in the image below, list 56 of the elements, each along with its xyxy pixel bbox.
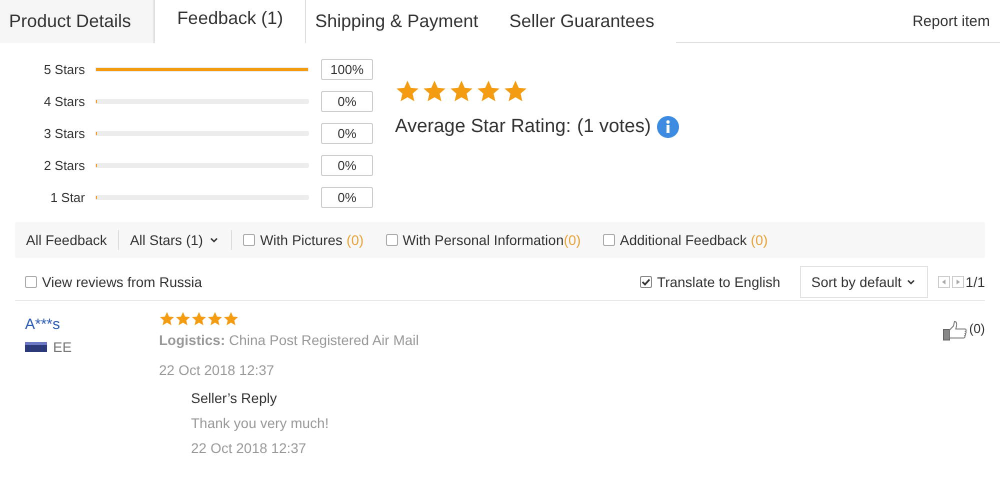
reviewer-name[interactable]: A***s [25,316,159,333]
percent-badge: 0% [321,187,373,208]
checkbox[interactable] [640,276,652,288]
previous-page-icon[interactable] [938,276,950,288]
sort-dropdown[interactable]: Sort by default [800,266,928,298]
percent-badge: 100% [321,59,373,80]
filter-count: (0) [564,232,581,248]
percent-badge: 0% [321,123,373,144]
star-icon [395,79,420,104]
star-icon [175,311,191,327]
country-code: EE [53,339,72,355]
rating-label: 3 Stars [42,126,86,141]
rating-label: 2 Stars [42,158,86,173]
checkbox[interactable] [386,234,398,246]
logistics-text: Logistics: China Post Registered Air Mail [159,332,420,348]
reply-title: Seller’s Reply [191,390,278,406]
checkbox[interactable] [602,234,615,246]
star-icon [422,79,447,104]
star-icon [476,79,501,104]
star-icon [207,311,223,327]
percent-badge: 0% [321,155,373,176]
rating-label: 1 Star [49,190,86,205]
reply-text: Thank you very much! [191,415,330,431]
checkbox-label[interactable]: With Pictures [260,232,343,248]
filter-count: (0) [346,232,364,248]
filter-link[interactable]: All Feedback [26,232,107,248]
checkbox-label[interactable]: With Personal Information [402,232,564,248]
stars-dropdown[interactable]: All Stars (1) [130,232,204,248]
reply-date: 22 Oct 2018 12:37 [191,440,308,456]
tab[interactable]: Product Details [0,0,154,43]
info-icon[interactable] [656,116,679,138]
filter-count: (0) [750,232,768,248]
star-icon [159,311,175,327]
check-icon [641,277,652,287]
checkbox[interactable] [25,276,37,288]
checkbox[interactable] [243,234,256,246]
rating-label: 4 Stars [42,94,86,109]
like-count: (0) [969,321,985,336]
rating-label: 5 Stars [42,62,86,77]
star-icon [223,311,239,327]
page-indicator: 1/1 [966,274,985,290]
star-icon [503,79,528,104]
next-page-icon[interactable] [952,276,964,288]
votes-count: (1 votes) [577,116,651,138]
report-link[interactable]: Report item [912,12,990,30]
checkbox-label[interactable]: View reviews from Russia [42,274,202,290]
checkbox-label[interactable]: Translate to English [657,274,780,290]
average-rating-label: Average Star Rating: [395,116,572,138]
percent-badge: 0% [321,91,373,112]
flag-icon [25,342,47,352]
thumbs-up-icon[interactable] [943,321,968,341]
star-icon [449,79,474,104]
star-icon [191,311,207,327]
checkbox-label[interactable]: Additional Feedback [620,232,747,248]
review-date: 22 Oct 2018 12:37 [159,362,276,378]
tab[interactable]: Feedback (1) [154,0,306,43]
